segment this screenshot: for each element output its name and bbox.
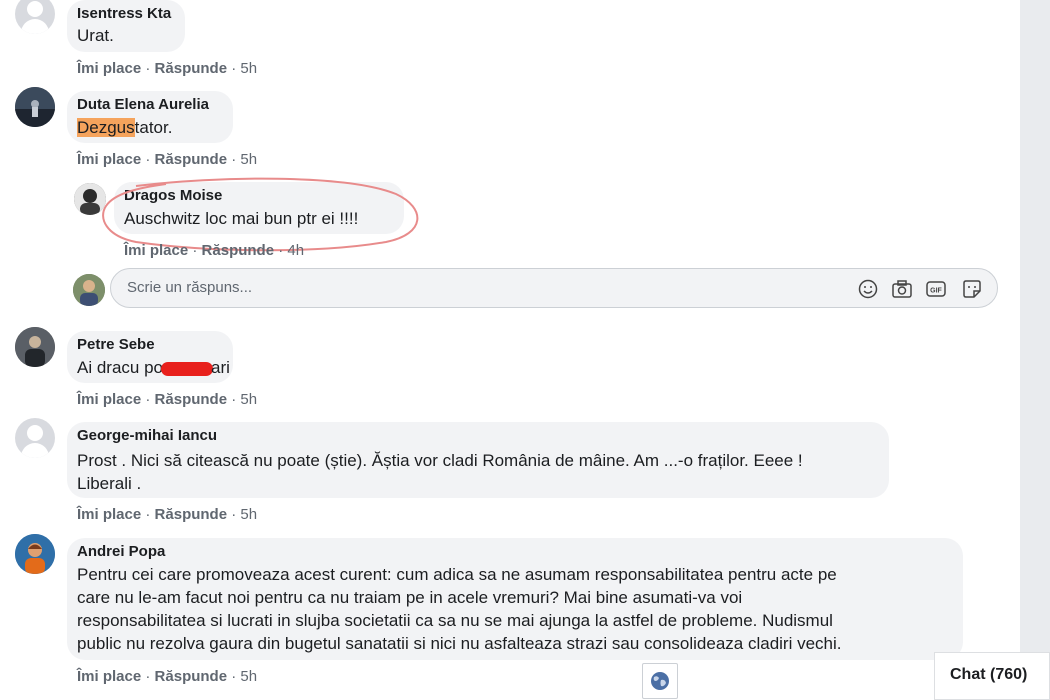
current-user-avatar: [73, 274, 105, 306]
comment-text: Dezgustator.: [77, 118, 173, 137]
comment-actions: Îmi place · Răspunde · 5h: [77, 391, 257, 408]
like-link[interactable]: Îmi place: [77, 60, 141, 77]
avatar[interactable]: [15, 418, 55, 458]
comment-author[interactable]: Isentress Kta: [77, 5, 171, 22]
separator: ·: [231, 60, 237, 77]
avatar[interactable]: [15, 0, 55, 34]
avatar[interactable]: [15, 87, 55, 127]
separator: ·: [145, 60, 151, 77]
separator: ·: [145, 151, 151, 168]
like-link[interactable]: Îmi place: [77, 668, 141, 685]
separator: ·: [231, 506, 237, 523]
separator: ·: [231, 668, 237, 685]
comment-time[interactable]: 5h: [240, 668, 257, 685]
gif-icon[interactable]: GIF: [925, 279, 947, 299]
comment-author[interactable]: Andrei Popa: [77, 543, 165, 560]
comment-author[interactable]: Petre Sebe: [77, 336, 155, 353]
reply-link[interactable]: Răspunde: [155, 668, 228, 685]
comment-actions: Îmi place · Răspunde · 5h: [77, 506, 257, 523]
separator: ·: [145, 391, 151, 408]
reply-link[interactable]: Răspunde: [155, 151, 228, 168]
comment-text: Prost . Nici să citească nu poate (știe)…: [77, 451, 803, 493]
sticker-icon[interactable]: [961, 279, 983, 299]
comment-text: Ai dracu po ari: [77, 358, 230, 377]
comment-text: Urat.: [77, 26, 114, 45]
comment-time[interactable]: 5h: [240, 151, 257, 168]
reply-link[interactable]: Răspunde: [155, 391, 228, 408]
right-gutter: [1020, 0, 1050, 700]
chat-label: Chat (760): [950, 666, 1028, 683]
comment-actions: Îmi place · Răspunde · 5h: [77, 60, 257, 77]
like-link[interactable]: Îmi place: [77, 391, 141, 408]
comment-time[interactable]: 5h: [240, 60, 257, 77]
separator: ·: [145, 668, 151, 685]
comment-actions: Îmi place · Răspunde · 5h: [77, 151, 257, 168]
separator: ·: [192, 242, 198, 259]
search-highlight: Dezgus: [77, 118, 135, 137]
comment-author[interactable]: Duta Elena Aurelia: [77, 96, 209, 113]
avatar[interactable]: [15, 534, 55, 574]
separator: ·: [231, 151, 237, 168]
reply-actions: Îmi place · Răspunde · 4h: [124, 242, 304, 259]
reply-link[interactable]: Răspunde: [202, 242, 275, 259]
comment-text: Pentru cei care promoveaza acest curent:…: [77, 565, 842, 653]
comment-time[interactable]: 5h: [240, 506, 257, 523]
camera-icon[interactable]: [891, 279, 913, 299]
reply-composer[interactable]: GIF: [110, 268, 998, 308]
redaction-mark: [161, 361, 213, 376]
comment-time[interactable]: 5h: [240, 391, 257, 408]
language-button[interactable]: [642, 663, 678, 699]
comment-actions: Îmi place · Răspunde · 5h: [77, 668, 257, 685]
separator: ·: [278, 242, 284, 259]
reply-link[interactable]: Răspunde: [155, 60, 228, 77]
chat-tab[interactable]: Chat (760): [934, 652, 1050, 700]
reply-time[interactable]: 4h: [287, 242, 304, 259]
comment-author[interactable]: George-mihai Iancu: [77, 427, 217, 444]
like-link[interactable]: Îmi place: [124, 242, 188, 259]
like-link[interactable]: Îmi place: [77, 151, 141, 168]
globe-icon: [650, 671, 670, 696]
svg-text:GIF: GIF: [930, 288, 942, 295]
avatar[interactable]: [15, 327, 55, 367]
emoji-icon[interactable]: [857, 279, 879, 299]
reply-link[interactable]: Răspunde: [155, 506, 228, 523]
separator: ·: [231, 391, 237, 408]
like-link[interactable]: Îmi place: [77, 506, 141, 523]
reply-input[interactable]: [125, 278, 829, 297]
separator: ·: [145, 506, 151, 523]
